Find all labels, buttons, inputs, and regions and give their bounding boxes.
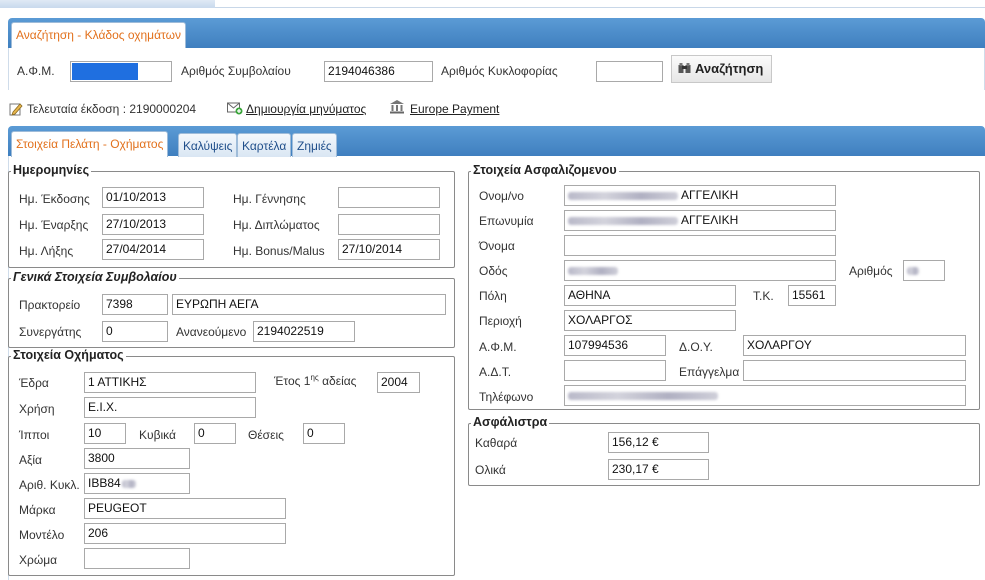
surname-input[interactable]: ΑΓΓΕΛΙΚΗ	[564, 210, 836, 231]
start-date-input[interactable]: 27/10/2013	[102, 214, 204, 235]
color-input[interactable]	[84, 548, 190, 569]
seats-input[interactable]: 0	[303, 423, 345, 444]
renewed-input[interactable]: 2194022519	[253, 321, 355, 342]
office-label: Πρακτορείο	[19, 298, 81, 312]
city-label: Πόλη	[479, 289, 507, 303]
office-name-input[interactable]: ΕΥΡΩΠΗ ΑΕΓΑ	[172, 294, 446, 315]
street-input[interactable]	[564, 260, 836, 281]
bonus-date-input[interactable]: 27/10/2014	[338, 239, 440, 260]
total-premium-input[interactable]: 230,17 €	[608, 459, 709, 480]
area-input[interactable]: ΧΟΛΑΡΓΟΣ	[564, 310, 736, 331]
edit-icon	[9, 102, 23, 119]
area-label: Περιοχή	[479, 314, 522, 328]
zip-label: Τ.Κ.	[753, 289, 774, 303]
job-input[interactable]	[743, 360, 966, 381]
search-button[interactable]: Αναζήτηση	[671, 55, 773, 83]
end-date-input[interactable]: 27/04/2014	[102, 239, 204, 260]
tab-search[interactable]: Αναζήτηση - Κλάδος οχημάτων	[11, 22, 186, 48]
seats-label: Θέσεις	[248, 428, 284, 442]
vehicle-legend: Στοιχεία Οχήματος	[11, 348, 126, 362]
create-message-link[interactable]: Δημιουργία μηνύματος	[246, 102, 366, 116]
vehicle-plate-input[interactable]: IBB84	[84, 473, 190, 494]
net-premium-label: Καθαρά	[475, 436, 518, 450]
doy-label: Δ.Ο.Υ.	[679, 340, 713, 354]
search-button-label: Αναζήτηση	[695, 61, 764, 76]
contract-label: Αριθμός Συμβολαίου	[181, 64, 291, 78]
model-input[interactable]: 206	[84, 523, 286, 544]
job-label: Επάγγελμα	[679, 365, 740, 379]
seat-label: Έδρα	[19, 376, 49, 390]
city-input[interactable]: ΑΘΗΝΑ	[564, 285, 736, 306]
end-date-label: Ημ. Λήξης	[19, 244, 74, 258]
street-label: Οδός	[479, 264, 508, 278]
model-label: Μοντέλο	[19, 528, 65, 542]
premiums-legend: Ασφάλιστρα	[471, 415, 550, 429]
insured-afm-label: Α.Φ.Μ.	[479, 340, 517, 354]
surname-label: Επωνυμία	[479, 214, 534, 228]
afm-label: Α.Φ.Μ.	[17, 64, 55, 78]
fullname-input[interactable]: ΑΓΓΕΛΙΚΗ	[564, 185, 836, 206]
use-label: Χρήση	[19, 402, 55, 416]
name-label: Όνομα	[479, 239, 515, 253]
hp-label: Ίπποι	[19, 428, 50, 442]
premiums-fieldset: Ασφάλιστρα	[468, 415, 980, 486]
use-input[interactable]: Ε.Ι.Χ.	[84, 397, 256, 418]
start-date-label: Ημ. Έναρξης	[19, 218, 89, 232]
top-strip	[0, 0, 985, 8]
dates-legend: Ημερομηνίες	[11, 163, 92, 177]
tab-card[interactable]: Καρτέλα	[237, 133, 292, 157]
license-date-input[interactable]	[338, 214, 440, 235]
last-issue-text: Τελευταία έκδοση : 2190000204	[27, 102, 197, 116]
hp-input[interactable]: 10	[84, 423, 126, 444]
insured-afm-input[interactable]: 107994536	[564, 335, 666, 356]
partner-input[interactable]: 0	[102, 321, 168, 342]
afm-input[interactable]	[70, 61, 172, 82]
year-input[interactable]: 2004	[377, 372, 420, 393]
adt-input[interactable]	[564, 360, 666, 381]
phone-label: Τηλέφωνο	[479, 390, 534, 404]
doy-input[interactable]: ΧΟΛΑΡΓΟΥ	[743, 335, 966, 356]
search-icon	[678, 57, 691, 73]
vehicle-plate-label: Αριθ. Κυκλ.	[19, 478, 80, 492]
tab-coverages[interactable]: Καλύψεις	[178, 133, 238, 157]
license-date-label: Ημ. Διπλώματος	[233, 218, 320, 232]
birth-date-input[interactable]	[338, 187, 440, 208]
make-label: Μάρκα	[19, 503, 56, 517]
partner-label: Συνεργάτης	[19, 325, 82, 339]
plate-search-label: Αριθμός Κυκλοφορίας	[441, 64, 558, 78]
contract-legend: Γενικά Στοιχεία Συμβολαίου	[11, 270, 179, 284]
bank-icon	[389, 99, 405, 117]
birth-date-label: Ημ. Γέννησης	[233, 192, 306, 206]
net-premium-input[interactable]: 156,12 €	[608, 432, 709, 453]
new-message-icon	[227, 101, 243, 118]
total-premium-label: Ολικά	[475, 463, 506, 477]
insured-legend: Στοιχεία Ασφαλιζομενου	[471, 163, 619, 177]
adt-label: Α.Δ.Τ.	[479, 365, 512, 379]
bonus-date-label: Ημ. Bonus/Malus	[233, 244, 325, 258]
street-number-label: Αριθμός	[849, 264, 893, 278]
phone-input[interactable]	[564, 385, 966, 406]
issue-date-input[interactable]: 01/10/2013	[102, 187, 204, 208]
value-label: Αξία	[19, 453, 42, 467]
tab-claims[interactable]: Ζημιές	[292, 133, 337, 157]
office-code-input[interactable]: 7398	[102, 294, 168, 315]
make-input[interactable]: PEUGEOT	[84, 498, 286, 519]
tab-customer-vehicle[interactable]: Στοιχεία Πελάτη - Οχήματος	[11, 131, 169, 157]
seat-input[interactable]: 1 ΑΤΤΙΚΗΣ	[84, 372, 256, 393]
name-input[interactable]	[564, 235, 836, 256]
color-label: Χρώμα	[19, 553, 58, 567]
renewed-label: Ανανεούμενο	[176, 325, 247, 339]
contract-input[interactable]: 2194046386	[324, 61, 433, 82]
plate-search-input[interactable]	[596, 61, 663, 82]
cc-input[interactable]: 0	[194, 423, 236, 444]
zip-input[interactable]: 15561	[788, 285, 836, 306]
year-label: Έτος 1ης αδείας	[274, 373, 357, 388]
europe-payment-link[interactable]: Europe Payment	[410, 102, 499, 116]
value-input[interactable]: 3800	[84, 448, 190, 469]
fullname-label: Ονομ/νο	[479, 189, 524, 203]
street-number-input[interactable]	[903, 260, 945, 281]
cc-label: Κυβικά	[139, 428, 176, 442]
issue-date-label: Ημ. Έκδοσης	[19, 192, 90, 206]
